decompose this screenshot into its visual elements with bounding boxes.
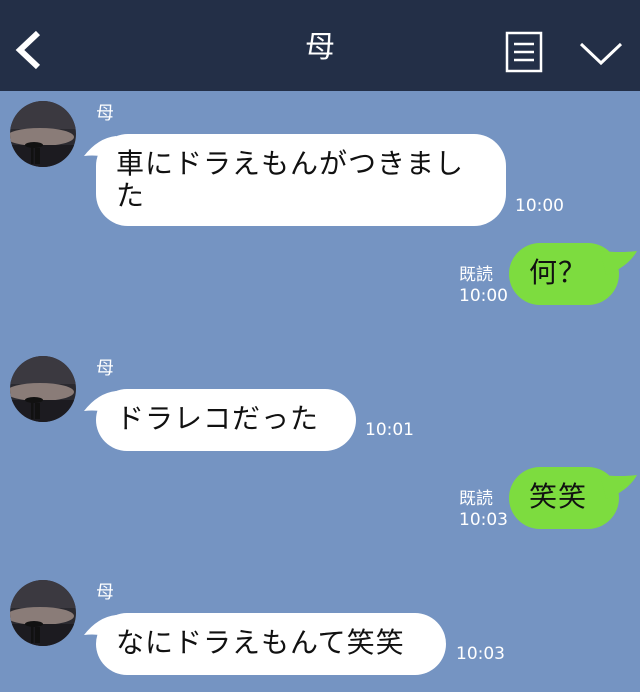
chevron-left-icon [15, 30, 41, 70]
list-icon [505, 31, 543, 73]
avatar[interactable] [10, 101, 76, 167]
chat-header: 母 [0, 0, 640, 91]
avatar[interactable] [10, 580, 76, 646]
more-options-button[interactable] [578, 40, 624, 68]
avatar-photo-icon [10, 101, 76, 167]
message-time: 10:03 [456, 644, 505, 664]
sender-name: 母 [96, 358, 114, 379]
chat-title: 母 [305, 30, 335, 65]
message-text: 何？ [529, 256, 588, 289]
message-bubble[interactable]: なにドラえもんて笑笑 [96, 613, 446, 675]
read-receipt: 既読 [459, 489, 493, 509]
avatar[interactable] [10, 356, 76, 422]
message-text: ドラレコだった [116, 402, 320, 435]
message-time: 10:00 [459, 286, 508, 306]
message-text: 車にドラえもんがつきました [116, 147, 465, 212]
sender-name: 母 [96, 582, 114, 603]
message-bubble[interactable]: ドラレコだった [96, 389, 356, 451]
message-time: 10:03 [459, 510, 508, 530]
bubble-tail [600, 475, 637, 499]
read-receipt: 既読 [459, 265, 493, 285]
message-bubble[interactable]: 車にドラえもんがつきました [96, 134, 506, 226]
back-button[interactable] [14, 28, 44, 72]
chevron-down-icon [579, 42, 623, 66]
avatar-photo-icon [10, 356, 76, 422]
message-text: 笑笑 [529, 480, 588, 513]
bubble-tail [600, 251, 637, 275]
message-text: なにドラえもんて笑笑 [116, 626, 405, 659]
avatar-photo-icon [10, 580, 76, 646]
message-time: 10:00 [515, 196, 564, 216]
sender-name: 母 [96, 103, 114, 124]
message-time: 10:01 [365, 420, 414, 440]
menu-button[interactable] [505, 31, 543, 73]
